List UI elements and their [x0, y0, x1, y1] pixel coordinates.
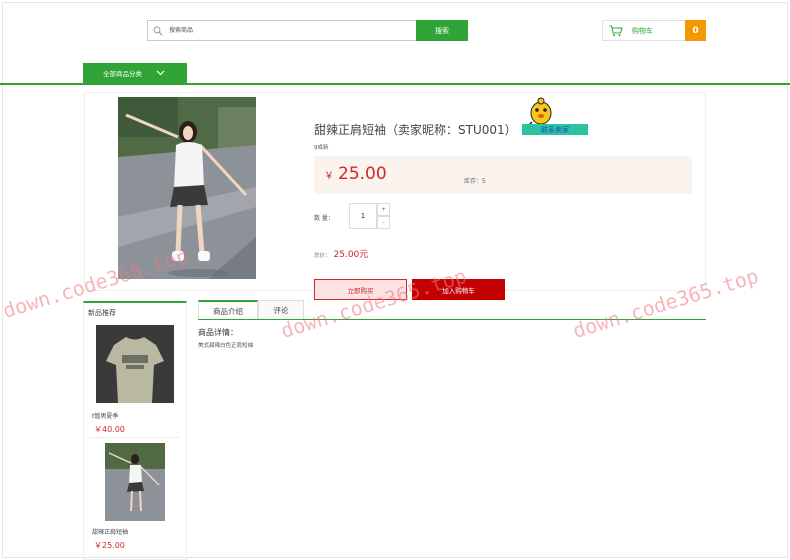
cart-count-badge: 0	[685, 20, 706, 41]
product-title: 甜辣正肩短袖（卖家昵称：STU001）	[314, 123, 517, 137]
condition-label: 9成新	[314, 145, 329, 151]
recommended-item-name[interactable]: t恤男夏季	[92, 411, 118, 420]
new-products-sidebar: 新品推荐 t恤男夏季 ￥40.00 甜辣正肩短袖 ￥25.00	[83, 301, 187, 560]
currency-symbol: ￥	[324, 171, 334, 182]
recommended-item-price: ￥25.00	[94, 541, 125, 550]
recommended-item-name[interactable]: 甜辣正肩短袖	[92, 527, 128, 536]
price-box: ￥ 25.00 库存：5	[314, 156, 692, 194]
stock-label: 库存：5	[464, 178, 486, 185]
buy-now-button[interactable]: 立即购买	[314, 279, 407, 300]
cart-label: 购物车	[632, 26, 653, 35]
search-box[interactable]	[147, 20, 417, 41]
quantity-increase-button[interactable]: +	[377, 203, 390, 216]
quantity-decrease-button[interactable]: -	[377, 216, 390, 229]
contact-seller-button[interactable]: 联系卖家	[522, 97, 588, 137]
mascot-icon	[527, 97, 552, 127]
tab-divider	[198, 319, 706, 320]
recommended-item-image[interactable]	[96, 325, 174, 403]
sidebar-divider	[90, 437, 180, 438]
cart-button[interactable]: 购物车	[602, 20, 686, 41]
details-text: 美式甜辣白色正肩短袖	[198, 343, 254, 349]
add-to-cart-button[interactable]: 加入购物车	[412, 279, 505, 300]
recommended-item[interactable]: t恤男夏季 ￥40.00	[84, 325, 186, 437]
price: ￥ 25.00	[324, 164, 387, 184]
total-label: 总价：	[314, 253, 331, 259]
total-price: 总价： 25.00元	[314, 247, 368, 260]
nav-divider	[0, 83, 790, 85]
search-button[interactable]: 搜索	[416, 20, 468, 41]
tab-product-intro[interactable]: 商品介绍	[198, 300, 258, 320]
recommended-item-price: ￥40.00	[94, 425, 125, 434]
search-input[interactable]	[167, 26, 407, 35]
search-icon	[153, 26, 163, 35]
price-value: 25.00	[338, 164, 387, 184]
contact-seller-label: 联系卖家	[522, 124, 588, 135]
shopping-cart-icon	[609, 25, 623, 36]
recommended-item-image[interactable]	[105, 443, 165, 521]
product-image[interactable]	[118, 97, 256, 279]
quantity-input[interactable]: 1	[349, 203, 377, 229]
details-heading: 商品详情：	[198, 328, 238, 337]
tab-reviews[interactable]: 评论	[258, 300, 304, 320]
category-label: 全部商品分类	[103, 70, 142, 78]
sidebar-title: 新品推荐	[88, 309, 116, 317]
all-categories-button[interactable]: 全部商品分类	[83, 63, 187, 83]
total-value: 25.00元	[333, 250, 369, 260]
quantity-label: 数 量：	[314, 215, 334, 222]
chevron-down-icon	[156, 70, 165, 76]
recommended-item[interactable]: 甜辣正肩短袖 ￥25.00	[84, 443, 186, 558]
